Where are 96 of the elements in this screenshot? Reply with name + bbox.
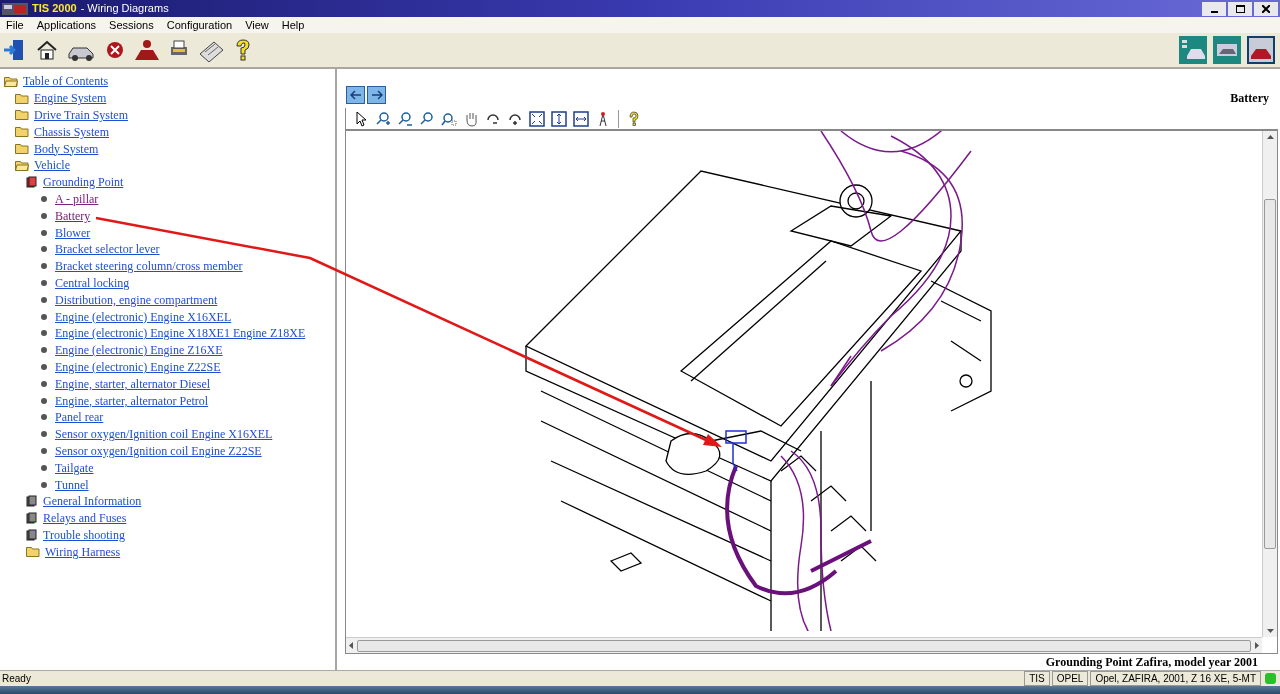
- tree-link[interactable]: Battery: [55, 208, 91, 223]
- menu-item[interactable]: Configuration: [166, 16, 233, 34]
- menu-item[interactable]: Applications: [36, 16, 97, 34]
- window-title: - Wiring Diagrams: [80, 1, 169, 17]
- tree-link[interactable]: Tailgate: [55, 460, 94, 475]
- horizontal-scrollbar[interactable]: [346, 637, 1262, 653]
- tree-link[interactable]: A - pillar: [55, 191, 99, 206]
- tree-link[interactable]: Central locking: [55, 275, 130, 290]
- folder-icon: [15, 109, 29, 121]
- folder-icon: [15, 92, 29, 104]
- close-button[interactable]: [1254, 1, 1278, 16]
- folder-icon: [26, 546, 40, 558]
- back-button[interactable]: [346, 86, 365, 104]
- open-folder-icon: [15, 159, 29, 171]
- diagram-caption: Grounding Point Zafira, model year 2001: [1045, 656, 1258, 669]
- tree-link[interactable]: Engine, starter, alternator Diesel: [55, 376, 211, 391]
- bullet-icon: [41, 481, 47, 488]
- status-message: Ready: [1, 672, 31, 686]
- scroll-up-icon[interactable]: [1266, 135, 1274, 139]
- tree-link[interactable]: Bracket selector lever: [55, 242, 160, 257]
- maximize-button[interactable]: [1228, 1, 1252, 16]
- bullet-icon: [41, 347, 47, 354]
- left-arrow-icon: [349, 90, 362, 100]
- tree-link[interactable]: Drive Train System: [34, 108, 128, 122]
- menu-item[interactable]: Help: [281, 16, 305, 34]
- tree-link[interactable]: Sensor oxygen/Ignition coil Engine Z22SE: [55, 443, 262, 458]
- fit-width-icon[interactable]: [570, 108, 592, 129]
- tree-link[interactable]: General Information: [43, 494, 142, 509]
- menu-item[interactable]: File: [6, 16, 24, 34]
- bullet-icon: [41, 279, 47, 286]
- minimize-button[interactable]: [1202, 1, 1226, 16]
- tree-link[interactable]: Chassis System: [34, 124, 109, 139]
- tree-link[interactable]: Engine, starter, alternator Petrol: [55, 393, 209, 408]
- tree-link[interactable]: Table of Contents: [23, 74, 109, 89]
- menu-item[interactable]: Sessions: [109, 16, 154, 34]
- fit-window-icon[interactable]: [526, 108, 548, 129]
- tree-link[interactable]: Relays and Fuses: [43, 511, 127, 526]
- tree-link[interactable]: Engine System: [34, 91, 107, 106]
- person-icon[interactable]: [133, 38, 161, 62]
- bullet-icon: [41, 229, 47, 236]
- app-name: TIS 2000: [32, 1, 77, 17]
- book-icon: [26, 512, 38, 525]
- tree-link[interactable]: Engine (electronic) Engine X16XEL: [55, 309, 232, 324]
- tree-link[interactable]: Wiring Harness: [45, 544, 121, 559]
- open-book-icon: [26, 176, 38, 189]
- bullet-icon: [41, 397, 47, 404]
- status-field: Opel, ZAFIRA, 2001, Z 16 XE, 5-MT: [1090, 671, 1261, 686]
- status-field: OPEL: [1051, 671, 1089, 686]
- tree-link[interactable]: Blower: [55, 225, 91, 240]
- scrollbar-thumb[interactable]: [357, 639, 1251, 652]
- scroll-left-icon[interactable]: [349, 642, 353, 649]
- page-title: Battery: [1230, 90, 1269, 107]
- fit-height-icon[interactable]: [548, 108, 570, 129]
- tree-link[interactable]: Vehicle: [34, 158, 70, 173]
- bullet-icon: [41, 212, 47, 219]
- tree-link[interactable]: Panel rear: [55, 410, 104, 425]
- bullet-icon: [41, 431, 47, 438]
- bullet-icon: [41, 195, 47, 202]
- bullet-icon: [41, 313, 47, 320]
- tree-link[interactable]: Engine (electronic) Engine X18XE1 Engine Z18XE: [55, 326, 306, 341]
- scroll-right-icon[interactable]: [1255, 642, 1259, 649]
- vertical-scrollbar[interactable]: [1262, 131, 1277, 637]
- right-arrow-icon: [370, 90, 383, 100]
- folder-icon: [15, 143, 29, 155]
- bullet-icon: [41, 263, 47, 270]
- bullet-icon: [41, 363, 47, 370]
- book-icon: [26, 528, 38, 541]
- tree-link[interactable]: Engine (electronic) Engine Z22SE: [55, 359, 221, 374]
- tree-link[interactable]: Body System: [34, 141, 99, 156]
- app-logo-icon: [2, 1, 28, 16]
- open-folder-icon: [4, 75, 18, 87]
- bullet-icon: [41, 464, 47, 471]
- help-icon[interactable]: [233, 38, 253, 62]
- bullet-icon: [41, 296, 47, 303]
- bullet-icon: [41, 447, 47, 454]
- status-field: TIS: [1024, 671, 1050, 686]
- tree-link[interactable]: Trouble shooting: [43, 527, 125, 542]
- home-icon[interactable]: [35, 38, 59, 62]
- forward-button[interactable]: [367, 86, 386, 104]
- car-list-icon[interactable]: [1179, 36, 1207, 64]
- tree-link[interactable]: Distribution, engine compartment: [55, 292, 218, 307]
- folder-icon: [15, 126, 29, 138]
- bullet-icon: [41, 330, 47, 337]
- tree-link[interactable]: Grounding Point: [43, 175, 124, 190]
- scrollbar-thumb[interactable]: [1264, 199, 1276, 549]
- tree-link[interactable]: Bracket steering column/cross member: [55, 259, 243, 274]
- scroll-down-icon[interactable]: [1266, 629, 1274, 633]
- tree-link[interactable]: Tunnel: [55, 477, 89, 492]
- tree-link[interactable]: Sensor oxygen/Ignition coil Engine X16XEL: [55, 427, 273, 442]
- bullet-icon: [41, 380, 47, 387]
- book-icon: [26, 495, 38, 508]
- close-icon: [1262, 4, 1270, 13]
- tree-link[interactable]: Engine (electronic) Engine Z16XE: [55, 343, 223, 358]
- bullet-icon: [41, 246, 47, 253]
- menu-item[interactable]: View: [245, 16, 269, 34]
- bullet-icon: [41, 414, 47, 421]
